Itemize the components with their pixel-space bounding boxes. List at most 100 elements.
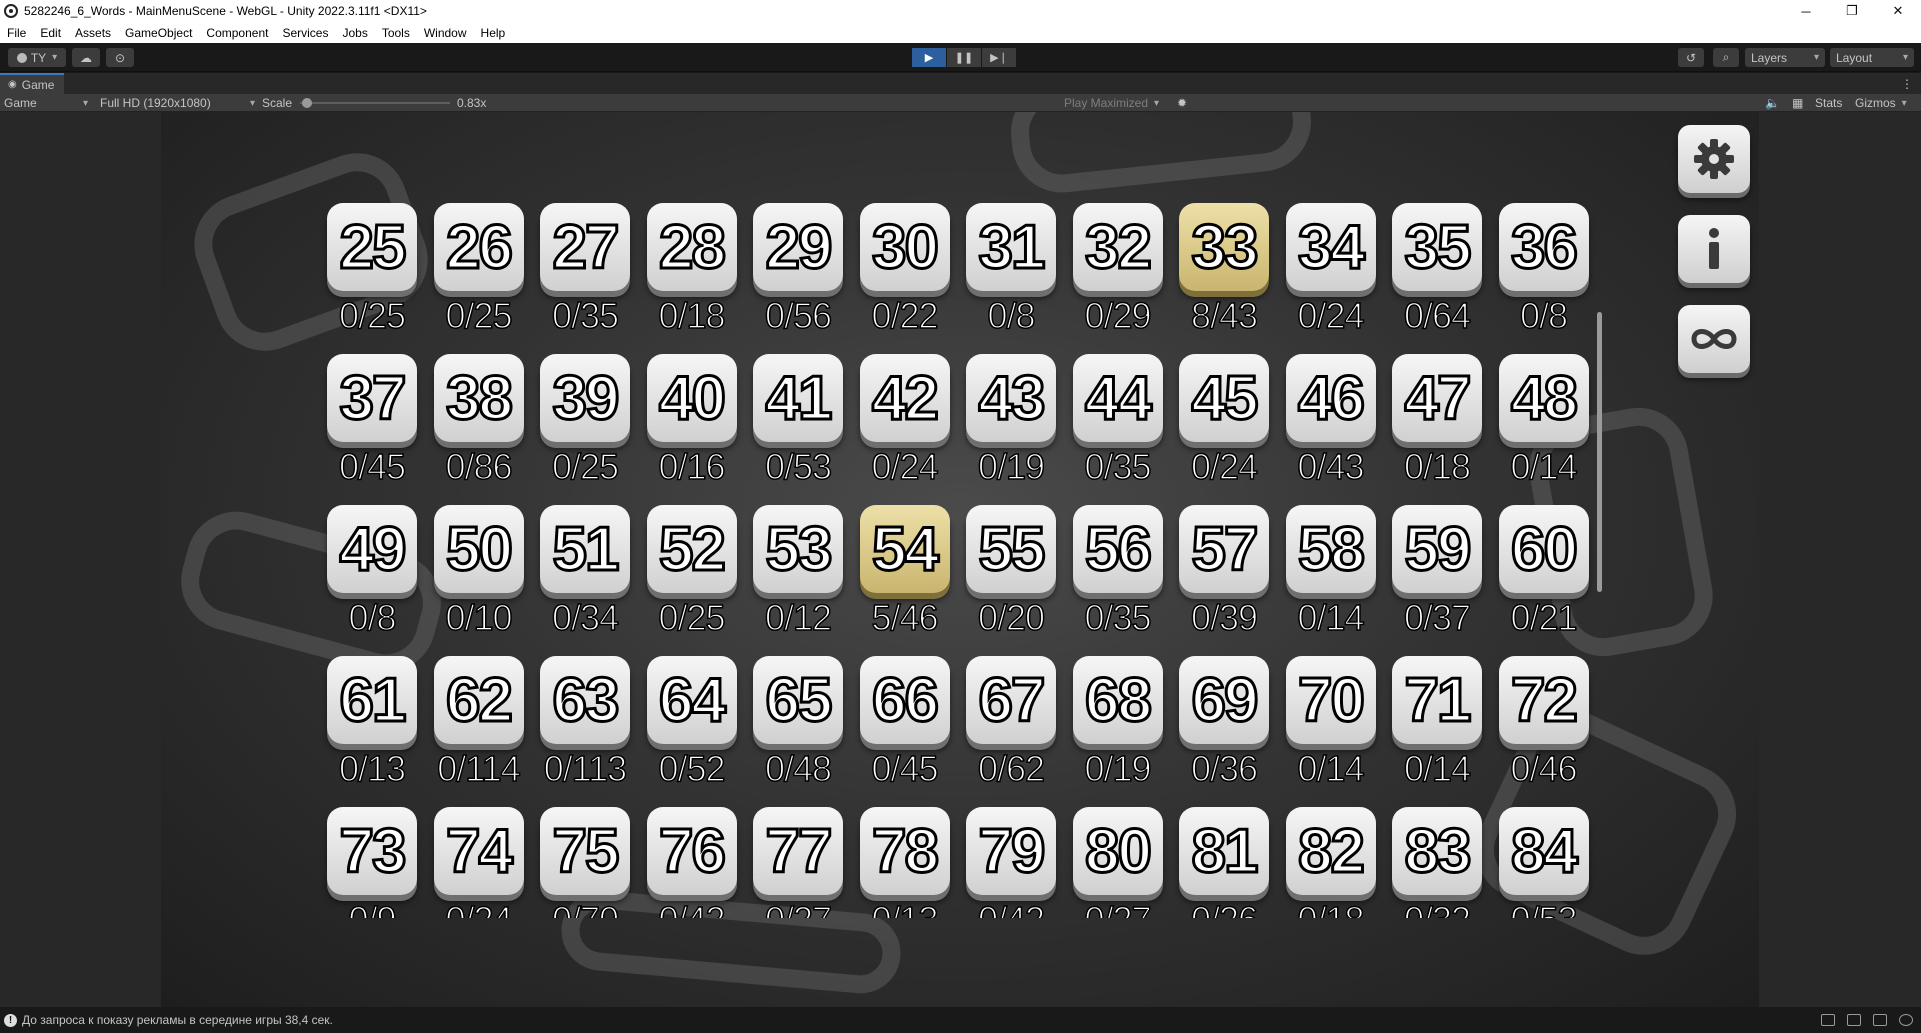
- cloud-button[interactable]: ☁: [72, 48, 100, 67]
- level-button[interactable]: 81: [1179, 807, 1269, 895]
- level-tile[interactable]: 30 0/22: [852, 203, 958, 353]
- level-tile[interactable]: 45 0/24: [1171, 354, 1277, 504]
- level-tile[interactable]: 39 0/25: [532, 354, 638, 504]
- level-button[interactable]: 53: [753, 505, 843, 593]
- level-tile[interactable]: 51 0/34: [532, 505, 638, 655]
- level-tile[interactable]: 72 0/46: [1491, 656, 1597, 806]
- level-tile[interactable]: 42 0/24: [852, 354, 958, 504]
- level-tile[interactable]: 55 0/20: [958, 505, 1064, 655]
- endless-mode-button[interactable]: [1678, 305, 1750, 373]
- status-message[interactable]: До запроса к показу рекламы в середине и…: [22, 1013, 333, 1027]
- level-button[interactable]: 75: [540, 807, 630, 895]
- level-button[interactable]: 63: [540, 656, 630, 744]
- level-button[interactable]: 70: [1285, 656, 1376, 744]
- level-tile[interactable]: 57 0/39: [1171, 505, 1277, 655]
- level-button[interactable]: 61: [327, 656, 417, 744]
- gizmos-dropdown[interactable]: Gizmos: [1855, 95, 1907, 111]
- level-tile[interactable]: 54 5/46: [852, 505, 958, 655]
- level-tile[interactable]: 67 0/62: [958, 656, 1064, 806]
- bug-icon[interactable]: ✹: [1177, 95, 1187, 111]
- level-button[interactable]: 59: [1392, 505, 1482, 593]
- menu-gameobject[interactable]: GameObject: [118, 26, 199, 40]
- level-button[interactable]: 41: [753, 354, 843, 442]
- level-button[interactable]: 56: [1072, 505, 1163, 593]
- level-tile[interactable]: 58 0/14: [1278, 505, 1384, 655]
- level-button[interactable]: 68: [1072, 656, 1163, 744]
- scale-slider-handle[interactable]: [302, 98, 312, 108]
- level-button[interactable]: 31: [966, 203, 1056, 291]
- level-tile[interactable]: 59 0/37: [1384, 505, 1490, 655]
- level-button[interactable]: 51: [540, 505, 630, 593]
- level-button[interactable]: 50: [433, 505, 524, 593]
- collab-button[interactable]: ⊙: [106, 48, 134, 67]
- level-button[interactable]: 60: [1498, 505, 1589, 593]
- level-button[interactable]: 65: [753, 656, 843, 744]
- play-button[interactable]: ▶: [912, 48, 946, 67]
- level-button[interactable]: 67: [966, 656, 1056, 744]
- level-tile[interactable]: 43 0/19: [958, 354, 1064, 504]
- level-button[interactable]: 79: [966, 807, 1056, 895]
- menu-window[interactable]: Window: [417, 26, 474, 40]
- history-button[interactable]: ↺: [1678, 48, 1704, 67]
- layout-dropdown[interactable]: Layout: [1830, 48, 1914, 67]
- level-button[interactable]: 64: [646, 656, 737, 744]
- level-tile[interactable]: 79 0/42: [958, 807, 1064, 918]
- level-tile[interactable]: 44 0/35: [1065, 354, 1171, 504]
- level-button[interactable]: 73: [327, 807, 417, 895]
- level-tile[interactable]: 62 0/114: [426, 656, 532, 806]
- level-button[interactable]: 40: [646, 354, 737, 442]
- close-button[interactable]: ✕: [1875, 0, 1921, 22]
- level-button[interactable]: 84: [1498, 807, 1589, 895]
- level-tile[interactable]: 75 0/70: [532, 807, 638, 918]
- game-canvas[interactable]: 25 0/25 26 0/25 27 0/35 28 0/18 29 0/56 30 0/22 31 0/…: [161, 112, 1759, 1007]
- level-button[interactable]: 76: [646, 807, 737, 895]
- level-tile[interactable]: 73 0/9: [319, 807, 425, 918]
- step-button[interactable]: ▶❘: [982, 48, 1016, 67]
- level-tile[interactable]: 80 0/27: [1065, 807, 1171, 918]
- level-button[interactable]: 45: [1179, 354, 1269, 442]
- level-tile[interactable]: 70 0/14: [1278, 656, 1384, 806]
- level-button[interactable]: 49: [327, 505, 417, 593]
- level-button[interactable]: 74: [433, 807, 524, 895]
- menu-component[interactable]: Component: [199, 26, 275, 40]
- game-tab[interactable]: ◉ Game: [0, 73, 65, 94]
- level-tile[interactable]: 33 8/43: [1171, 203, 1277, 353]
- check-icon[interactable]: [1899, 1014, 1913, 1026]
- level-tile[interactable]: 29 0/56: [745, 203, 851, 353]
- level-button[interactable]: 26: [433, 203, 524, 291]
- level-tile[interactable]: 81 0/26: [1171, 807, 1277, 918]
- level-tile[interactable]: 40 0/16: [639, 354, 745, 504]
- grid-icon[interactable]: ▦: [1792, 95, 1803, 111]
- level-tile[interactable]: 64 0/52: [639, 656, 745, 806]
- info-button[interactable]: [1678, 215, 1750, 283]
- scale-slider-track[interactable]: [300, 102, 450, 104]
- level-button[interactable]: 66: [859, 656, 950, 744]
- level-tile[interactable]: 63 0/113: [532, 656, 638, 806]
- menu-edit[interactable]: Edit: [33, 26, 68, 40]
- pause-button[interactable]: ❚❚: [947, 48, 981, 67]
- level-tile[interactable]: 26 0/25: [426, 203, 532, 353]
- level-button[interactable]: 48: [1498, 354, 1589, 442]
- menu-assets[interactable]: Assets: [68, 26, 118, 40]
- menu-file[interactable]: File: [0, 26, 33, 40]
- level-tile[interactable]: 66 0/45: [852, 656, 958, 806]
- level-tile[interactable]: 38 0/86: [426, 354, 532, 504]
- maximize-button[interactable]: ❐: [1829, 0, 1875, 22]
- level-tile[interactable]: 31 0/8: [958, 203, 1064, 353]
- level-button[interactable]: 44: [1072, 354, 1163, 442]
- level-button[interactable]: 32: [1072, 203, 1163, 291]
- minimize-button[interactable]: ─: [1783, 0, 1829, 22]
- level-tile[interactable]: 60 0/21: [1491, 505, 1597, 655]
- debug-icon[interactable]: [1821, 1014, 1835, 1026]
- level-button[interactable]: 43: [966, 354, 1056, 442]
- level-button[interactable]: 58: [1285, 505, 1376, 593]
- level-button[interactable]: 80: [1072, 807, 1163, 895]
- display-dropdown[interactable]: Game: [4, 95, 88, 111]
- level-button[interactable]: 54: [859, 505, 950, 593]
- level-tile[interactable]: 84 0/53: [1491, 807, 1597, 918]
- level-tile[interactable]: 52 0/25: [639, 505, 745, 655]
- level-tile[interactable]: 78 0/13: [852, 807, 958, 918]
- level-button[interactable]: 55: [966, 505, 1056, 593]
- level-tile[interactable]: 35 0/64: [1384, 203, 1490, 353]
- level-button[interactable]: 82: [1285, 807, 1376, 895]
